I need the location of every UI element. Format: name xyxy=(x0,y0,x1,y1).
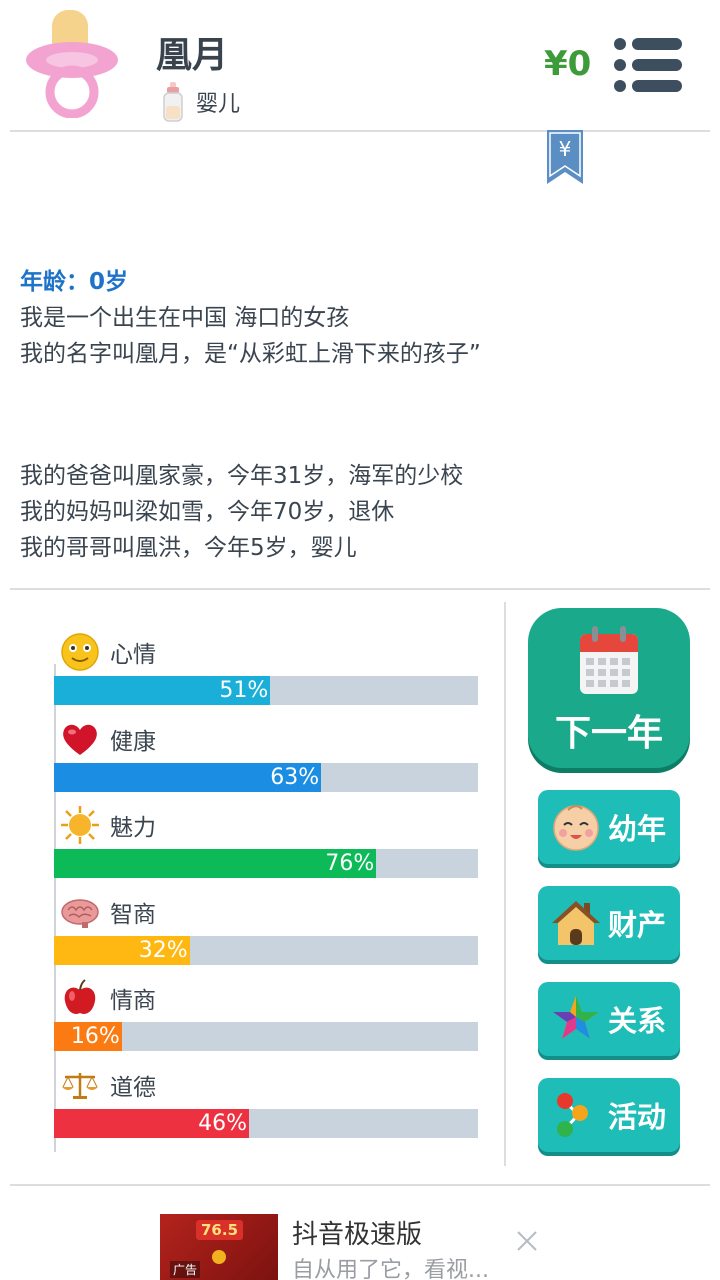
stat-bar-track: 16% xyxy=(54,1022,478,1051)
stat-mood: 心情 51% xyxy=(54,628,478,715)
property-button[interactable]: 财产 xyxy=(538,886,680,960)
stat-value: 46% xyxy=(198,1110,248,1136)
activities-label: 活动 xyxy=(608,1100,667,1134)
panel-divider xyxy=(504,602,506,1166)
stat-eq: 情商 16% xyxy=(54,974,478,1061)
stat-health: 健康 63% xyxy=(54,715,478,802)
stat-bar-track: 51% xyxy=(54,676,478,705)
stat-label: 智商 xyxy=(110,901,156,928)
stat-bar-fill: 32% xyxy=(54,935,190,965)
baby-bottle-icon xyxy=(163,82,183,122)
header: 凰月 婴儿 ¥0 xyxy=(0,0,720,132)
stat-value: 63% xyxy=(270,764,320,790)
stat-label: 健康 xyxy=(110,728,156,755)
activity-dots-icon xyxy=(557,1093,588,1137)
stat-label: 魅力 xyxy=(110,815,156,841)
activities-button[interactable]: 活动 xyxy=(538,1078,680,1152)
sun-icon xyxy=(61,806,99,844)
family-line-mother: 我的妈妈叫梁如雪，今年70岁，退休 xyxy=(20,499,395,525)
family-line-brother: 我的哥哥叫凰洪，今年5岁，婴儿 xyxy=(20,535,357,561)
stat-bar-fill: 76% xyxy=(54,849,377,878)
money-balance: ¥0 xyxy=(544,44,592,84)
stat-bar-track: 76% xyxy=(54,849,478,878)
brain-icon xyxy=(61,898,99,928)
coin-icon xyxy=(212,1250,226,1264)
stat-value: 51% xyxy=(219,678,269,703)
baby-face-icon xyxy=(553,805,599,851)
stat-label: 心情 xyxy=(110,642,156,668)
attribute-panel: 心情 51% 健康 63% 魅力 76% 智商 32% 情商 16% 道德 46… xyxy=(54,628,478,1147)
next-year-label: 下一年 xyxy=(554,713,663,754)
stat-bar-fill: 16% xyxy=(54,1022,122,1051)
apple-icon xyxy=(64,979,96,1014)
bio-line: 我是一个出生在中国 海口的女孩 xyxy=(20,305,350,331)
smiley-icon xyxy=(61,633,99,671)
header-divider xyxy=(10,130,710,132)
section-divider xyxy=(10,588,710,590)
close-icon[interactable] xyxy=(514,1228,540,1254)
ad-subtitle: 自从用了它，看视... xyxy=(292,1258,489,1280)
life-stage-label: 婴儿 xyxy=(196,92,241,117)
stat-value: 32% xyxy=(138,937,188,963)
life-story: 年龄：0岁 我是一个出生在中国 海口的女孩 我的名字叫凰月，是“从彩虹上滑下来的… xyxy=(20,264,710,566)
stat-value: 16% xyxy=(70,1024,120,1049)
relations-button[interactable]: 关系 xyxy=(538,982,680,1056)
stat-value: 76% xyxy=(325,851,375,876)
relations-label: 关系 xyxy=(608,1004,667,1038)
stat-label: 道德 xyxy=(110,1074,156,1101)
age-label: 年龄：0岁 xyxy=(20,269,129,295)
menu-icon[interactable] xyxy=(610,36,686,94)
scales-icon xyxy=(62,1072,98,1099)
stat-iq: 智商 32% xyxy=(54,888,478,975)
childhood-button[interactable]: 幼年 xyxy=(538,790,680,864)
bookmark-symbol: ¥ xyxy=(559,137,572,161)
stat-bar-fill: 63% xyxy=(54,762,322,792)
stat-charm: 魅力 76% xyxy=(54,801,478,888)
bio-line: 我的名字叫凰月，是“从彩虹上滑下来的孩子” xyxy=(20,341,481,367)
stat-bar-track: 63% xyxy=(54,762,478,792)
pacifier-icon[interactable] xyxy=(24,10,120,118)
ad-badge: 广告 xyxy=(170,1261,201,1278)
stat-bar-fill: 51% xyxy=(54,676,271,705)
stat-label: 情商 xyxy=(110,988,156,1014)
property-label: 财产 xyxy=(608,908,667,942)
childhood-label: 幼年 xyxy=(608,812,667,846)
family-line-father: 我的爸爸叫凰家豪，今年31岁，海军的少校 xyxy=(20,463,464,489)
house-icon xyxy=(552,901,600,945)
stat-bar-track: 32% xyxy=(54,935,478,965)
character-name: 凰月 xyxy=(156,35,229,76)
ad-image[interactable]: 76.5 广告 xyxy=(160,1214,278,1280)
stat-morality: 道德 46% xyxy=(54,1061,478,1148)
stat-bar-track: 46% xyxy=(54,1108,478,1138)
life-stage: 婴儿 xyxy=(162,82,240,122)
ad-title[interactable]: 抖音极速版 xyxy=(292,1214,422,1251)
calendar-icon xyxy=(580,626,638,694)
bookmark-money-icon[interactable]: ¥ xyxy=(546,130,584,186)
ad-image-number: 76.5 xyxy=(196,1220,244,1240)
heart-icon xyxy=(63,724,97,755)
stat-bar-fill: 46% xyxy=(54,1108,250,1138)
ad-banner[interactable]: 76.5 广告 抖音极速版 自从用了它，看视... xyxy=(0,1186,720,1280)
next-year-button[interactable]: 下一年 xyxy=(528,608,690,768)
star-icon xyxy=(553,996,599,1039)
